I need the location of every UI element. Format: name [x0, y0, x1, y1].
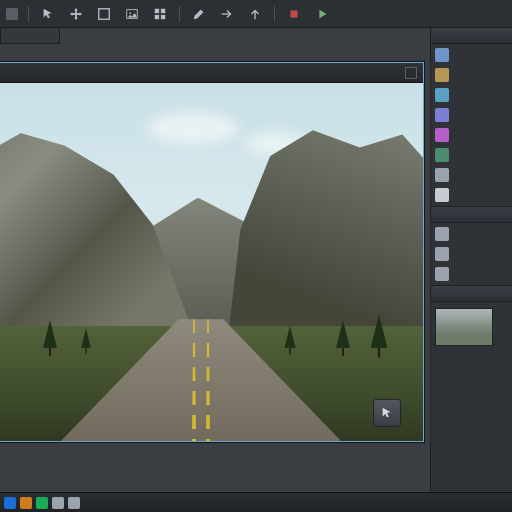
triangle-icon: [435, 108, 449, 122]
panel-header[interactable]: [431, 28, 512, 44]
list-item[interactable]: [435, 247, 508, 261]
viewport-maximize-icon[interactable]: [405, 67, 417, 79]
list-item[interactable]: [435, 48, 508, 62]
properties-panel: [431, 207, 512, 286]
preview-thumbnail[interactable]: [435, 308, 493, 346]
panel-body: [431, 44, 512, 206]
viewport-3d[interactable]: [0, 83, 423, 441]
move-icon[interactable]: [67, 5, 85, 23]
list-item[interactable]: [435, 128, 508, 142]
pen-icon[interactable]: [190, 5, 208, 23]
tab-strip[interactable]: [0, 28, 60, 44]
os-taskbar: [0, 492, 512, 512]
pointer-icon: [380, 406, 394, 420]
drop-icon: [435, 188, 449, 202]
toolbar-separator: [179, 6, 180, 22]
main-toolbar: [0, 0, 512, 28]
outliner-panel: [431, 28, 512, 207]
app-indicator: [6, 8, 18, 20]
list-item[interactable]: [435, 148, 508, 162]
scene-cloud: [148, 112, 238, 144]
dot-icon: [435, 227, 449, 241]
list-item[interactable]: [435, 108, 508, 122]
viewport-panel: [0, 62, 424, 442]
folder-icon: [435, 68, 449, 82]
list-item[interactable]: [435, 267, 508, 281]
taskbar-item[interactable]: [68, 497, 80, 509]
viewport-nav-button[interactable]: [373, 399, 401, 427]
panel-body: [431, 302, 512, 350]
taskbar-item[interactable]: [36, 497, 48, 509]
toolbar-separator: [274, 6, 275, 22]
select-icon[interactable]: [39, 5, 57, 23]
dot-icon: [435, 247, 449, 261]
toolbar-separator: [28, 6, 29, 22]
preview-panel: [431, 286, 512, 512]
arrow-up-icon[interactable]: [246, 5, 264, 23]
list-item[interactable]: [435, 227, 508, 241]
grid-icon[interactable]: [151, 5, 169, 23]
picture-icon[interactable]: [123, 5, 141, 23]
right-dock: [430, 28, 512, 512]
circle-icon: [435, 148, 449, 162]
panel-body: [431, 223, 512, 285]
list-item[interactable]: [435, 188, 508, 202]
play-icon[interactable]: [313, 5, 331, 23]
dot-icon: [435, 267, 449, 281]
list-item[interactable]: [435, 168, 508, 182]
list-item[interactable]: [435, 68, 508, 82]
layers-icon: [435, 48, 449, 62]
list-item[interactable]: [435, 88, 508, 102]
arrow-right-icon[interactable]: [218, 5, 236, 23]
panel-header[interactable]: [431, 207, 512, 223]
diamond-icon: [435, 168, 449, 182]
taskbar-item[interactable]: [20, 497, 32, 509]
viewport-titlebar: [0, 63, 423, 83]
stop-icon[interactable]: [285, 5, 303, 23]
taskbar-item[interactable]: [52, 497, 64, 509]
panel-header[interactable]: [431, 286, 512, 302]
taskbar-item[interactable]: [4, 497, 16, 509]
frame-icon[interactable]: [95, 5, 113, 23]
cube-icon: [435, 88, 449, 102]
square-icon: [435, 128, 449, 142]
